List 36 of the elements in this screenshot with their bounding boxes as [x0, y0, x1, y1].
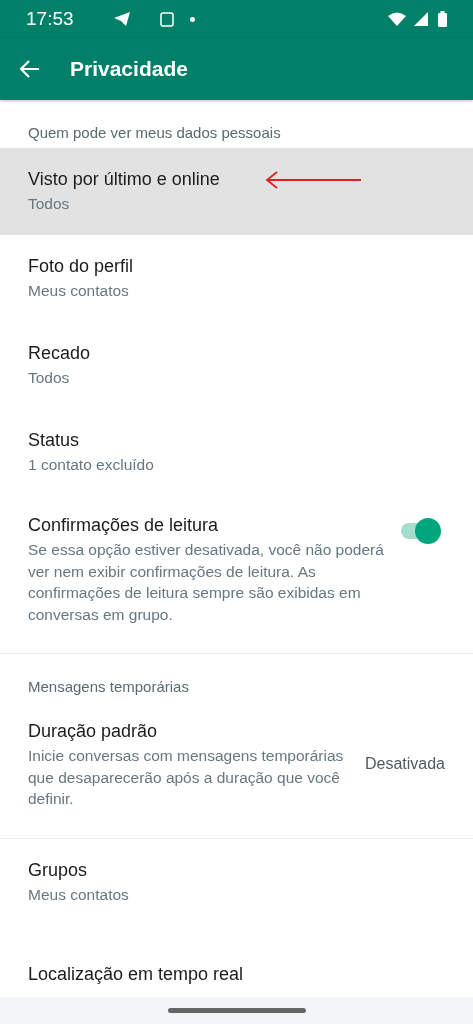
battery-icon	[438, 11, 447, 27]
item-title: Localização em tempo real	[28, 962, 245, 986]
settings-item[interactable]: Duração padrão Inicie conversas com mensagens temporárias que desaparecerão após a duração que você definir. Desativada	[0, 702, 473, 828]
telegram-icon	[113, 12, 130, 26]
settings-item[interactable]: Status 1 contato excluído	[0, 409, 473, 496]
item-subtitle: 1 contato excluído	[28, 455, 155, 476]
signal-icon	[414, 12, 428, 26]
item-subtitle: Meus contatos	[28, 884, 130, 905]
item-subtitle: Inicie conversas com mensagens temporárias que desaparecerão após a duração que você definir.	[28, 746, 345, 809]
item-title: Recado	[28, 342, 92, 366]
item-title: Duração padrão	[28, 720, 159, 743]
section-header: Mensagens temporárias	[27, 676, 190, 697]
section-header: Quem pode ver meus dados pessoais	[27, 122, 282, 143]
status-time: 17:53	[26, 6, 74, 31]
settings-item[interactable]: Foto do perfil Meus contatos	[0, 235, 473, 322]
page-title: Privacidade	[70, 56, 188, 83]
item-title: Status	[28, 429, 81, 453]
calendar-icon	[159, 11, 174, 27]
item-subtitle: Meus contatos	[28, 281, 130, 302]
item-value: Desativada	[364, 754, 445, 775]
settings-item[interactable]: Visto por último e online Todos	[0, 148, 473, 235]
item-title: Visto por último e online	[28, 168, 221, 192]
item-title: Confirmações de leitura	[28, 514, 220, 537]
item-subtitle: Todos	[28, 194, 71, 215]
item-subtitle: Se essa opção estiver desativada, você não poderá ver nem exibir confirmações de leitura. As confirmações de leitura sempre são exibidas em conversas em grupo.	[28, 540, 385, 625]
settings-item[interactable]: Recado Todos	[0, 322, 473, 409]
item-title: Grupos	[28, 858, 89, 882]
settings-item[interactable]: Localização em tempo real	[0, 925, 473, 988]
back-icon[interactable]	[20, 60, 40, 78]
item-subtitle: Todos	[28, 368, 71, 389]
settings-item[interactable]: Confirmações de leitura Se essa opção estiver desativada, você não poderá ver nem exibir confirmações de leitura. As confirmações de leitura sempre são exibidas em conversas em grupo.	[0, 496, 473, 643]
settings-item[interactable]: Grupos Meus contatos	[0, 838, 473, 926]
wifi-icon	[388, 12, 406, 26]
item-title: Foto do perfil	[28, 255, 135, 279]
dot-icon	[189, 16, 195, 22]
home-handle[interactable]	[167, 1008, 306, 1013]
